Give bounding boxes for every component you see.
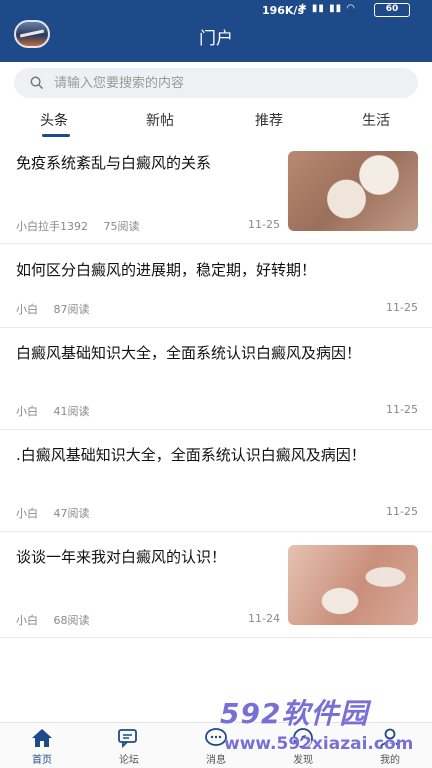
category-tabs: 头条 新帖 推荐 生活 xyxy=(0,104,432,138)
article-read-count: 41阅读 xyxy=(53,405,90,418)
article-item[interactable]: 白癜风基础知识大全，全面系统认识白癜风及病因！ 小白 41阅读 11-25 xyxy=(0,328,432,430)
article-read-count: 47阅读 xyxy=(53,507,90,520)
article-date: 11-25 xyxy=(386,505,418,518)
article-title: 如何区分白癜风的进展期，稳定期，好转期！ xyxy=(16,261,317,279)
watermark-logo: 592软件园 xyxy=(220,697,369,730)
article-author: 小白 xyxy=(16,303,38,316)
tab-new-posts[interactable]: 新帖 xyxy=(146,110,174,130)
nav-label: 论坛 xyxy=(119,755,139,766)
article-item[interactable]: .白癜风基础知识大全，全面系统认识白癜风及病因！ 小白 47阅读 11-25 xyxy=(0,430,432,532)
home-icon xyxy=(32,729,52,747)
article-date: 11-25 xyxy=(248,218,280,231)
signal-wifi-icons: ✱ ▮▮ ▮▮ ◠ xyxy=(298,3,356,14)
article-title: 白癜风基础知识大全，全面系统认识白癜风及病因！ xyxy=(16,344,362,362)
article-date: 11-25 xyxy=(386,403,418,416)
article-author: 小白 xyxy=(16,507,38,520)
app-header: 196K/s ✱ ▮▮ ▮▮ ◠ 60 门户 xyxy=(0,0,432,62)
article-meta: 小白 41阅读 xyxy=(16,403,90,419)
article-date: 11-24 xyxy=(248,612,280,625)
article-item[interactable]: 如何区分白癜风的进展期，稳定期，好转期！ 小白 87阅读 11-25 xyxy=(0,244,432,328)
article-meta: 小白拉手1392 75阅读 xyxy=(16,218,140,234)
search-bar[interactable] xyxy=(14,68,418,98)
article-read-count: 87阅读 xyxy=(53,303,90,316)
article-author: 小白 xyxy=(16,614,38,627)
tab-headlines[interactable]: 头条 xyxy=(40,110,68,130)
article-title: 免疫系统紊乱与白癜风的关系 xyxy=(16,154,212,172)
article-read-count: 75阅读 xyxy=(103,220,140,233)
article-title: 谈谈一年来我对白癜风的认识！ xyxy=(16,548,227,566)
article-thumbnail xyxy=(288,151,418,231)
tab-life[interactable]: 生活 xyxy=(362,110,390,130)
forum-icon xyxy=(118,729,137,749)
search-icon xyxy=(30,76,43,89)
article-item[interactable]: 谈谈一年来我对白癜风的认识！ 小白 68阅读 11-24 xyxy=(0,532,432,638)
article-title: .白癜风基础知识大全，全面系统认识白癜风及病因！ xyxy=(16,446,366,464)
article-read-count: 68阅读 xyxy=(53,614,90,627)
article-meta: 小白 87阅读 xyxy=(16,301,90,317)
article-date: 11-25 xyxy=(386,301,418,314)
search-input[interactable] xyxy=(54,68,404,98)
watermark-url: www.592xiazai.com xyxy=(224,734,414,754)
article-meta: 小白 68阅读 xyxy=(16,612,90,628)
nav-forum[interactable]: 论坛 xyxy=(99,727,159,766)
tab-recommended[interactable]: 推荐 xyxy=(255,110,283,130)
article-author: 小白 xyxy=(16,405,38,418)
nav-label: 首页 xyxy=(32,755,52,766)
article-author: 小白拉手1392 xyxy=(16,220,88,233)
article-meta: 小白 47阅读 xyxy=(16,505,90,521)
battery-icon: 60 xyxy=(374,3,410,17)
article-item[interactable]: 免疫系统紊乱与白癜风的关系 小白拉手1392 75阅读 11-25 xyxy=(0,142,432,244)
page-title: 门户 xyxy=(199,29,233,49)
watermark: 592软件园 www.592xiazai.com xyxy=(214,688,426,768)
nav-home[interactable]: 首页 xyxy=(12,727,72,766)
article-thumbnail xyxy=(288,545,418,625)
active-tab-indicator xyxy=(42,134,70,137)
